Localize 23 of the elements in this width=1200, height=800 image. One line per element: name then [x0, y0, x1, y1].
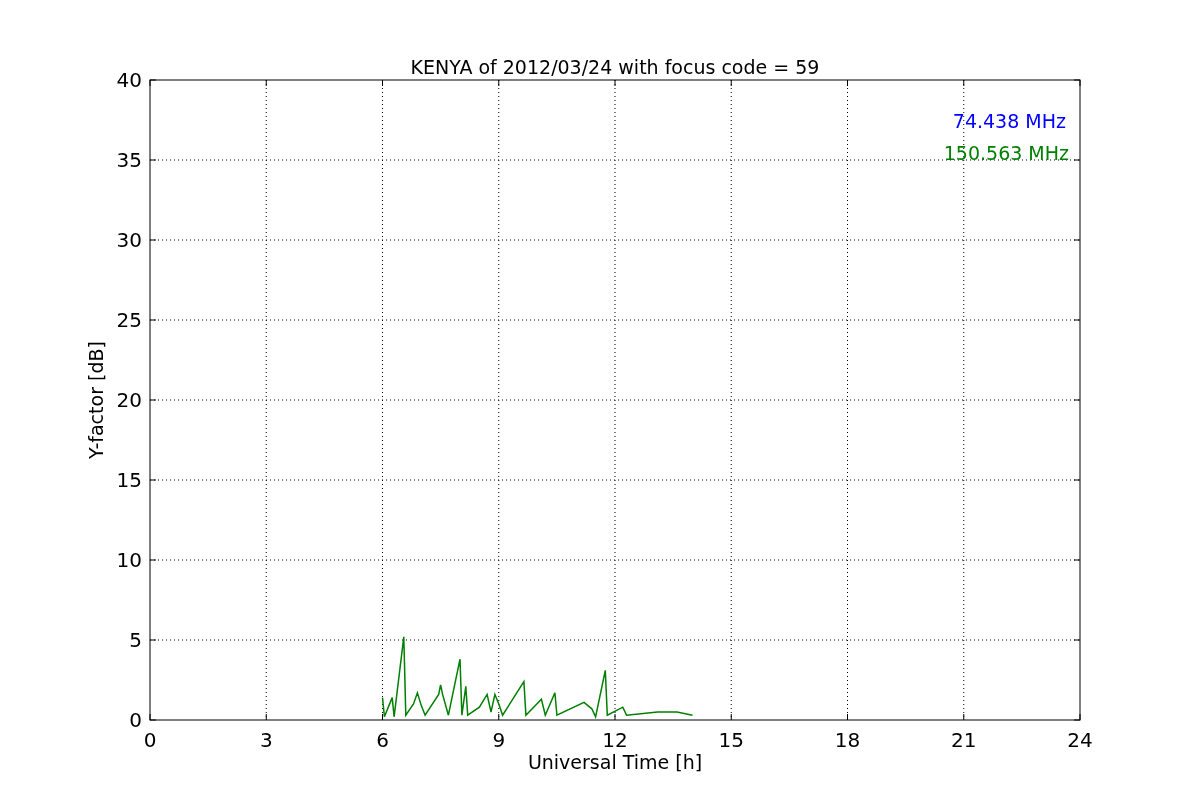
y-tick-label: 40 [116, 68, 142, 92]
x-tick-label: 3 [259, 728, 273, 752]
x-tick-label: 21 [951, 728, 977, 752]
y-tick-label: 30 [116, 228, 142, 252]
y-tick-label: 25 [116, 308, 142, 332]
y-tick-label: 15 [116, 468, 142, 492]
x-tick-label: 18 [834, 728, 861, 752]
x-tick-label: 9 [492, 728, 506, 752]
y-tick-label: 35 [116, 148, 142, 172]
legend-label: 74.438 MHz [952, 110, 1066, 132]
y-tick-label: 20 [116, 388, 142, 412]
x-tick-label: 0 [143, 728, 157, 752]
x-tick-label: 15 [718, 728, 744, 752]
y-tick-label: 10 [116, 548, 142, 572]
x-axis-label: Universal Time [h] [527, 751, 703, 773]
x-tick-label: 6 [376, 728, 389, 752]
y-tick-label: 5 [129, 628, 142, 652]
y-axis-label: Y-factor [dB] [85, 341, 107, 459]
x-tick-label: 24 [1067, 728, 1093, 752]
chart-title: KENYA of 2012/03/24 with focus code = 59 [410, 56, 820, 78]
y-tick-label: 0 [129, 708, 142, 732]
legend-label: 150.563 MHz [943, 142, 1069, 164]
x-tick-label: 12 [602, 728, 628, 752]
